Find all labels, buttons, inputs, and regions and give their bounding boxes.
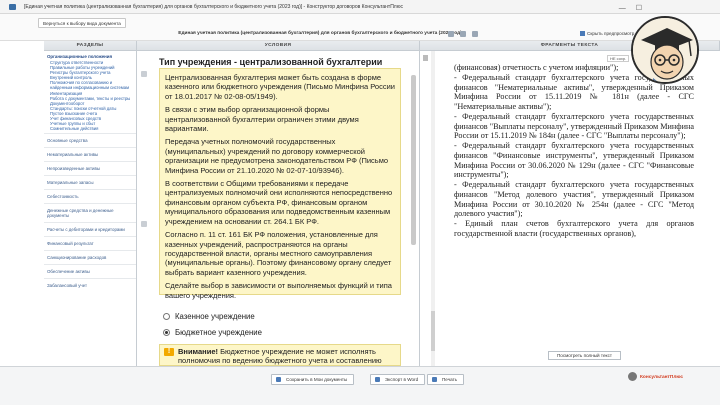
sidebar-item-nonproduced-assets[interactable]: Непроизведенные активы <box>44 161 136 175</box>
scroll-thumb[interactable] <box>431 311 435 351</box>
app-icon <box>9 4 16 10</box>
collapse-icon[interactable] <box>423 55 428 61</box>
print-icon <box>432 377 437 382</box>
option-treasury-institution[interactable]: Казенное учреждение <box>163 312 255 321</box>
hide-preview-label: Скрыть предпросмотр <box>587 31 635 36</box>
window-title: [Единая учетная политика (централизованн… <box>24 4 403 10</box>
brand-name: КонсультантПлюс <box>640 374 684 380</box>
presenter-avatar <box>631 16 699 84</box>
fragment-line: - Федеральный стандарт бухгалтерского уч… <box>454 141 694 180</box>
sidebar-subitem[interactable]: Работа с документами, тексты и реестры <box>47 96 133 101</box>
sidebar-subitem[interactable]: Сомнительные действия <box>47 126 133 131</box>
option-label[interactable]: Бюджетное учреждение <box>175 328 262 337</box>
export-label: Экспорт в Word <box>385 377 419 382</box>
minimize-button[interactable]: — <box>619 2 626 13</box>
sidebar-item-off-balance[interactable]: Забалансовый учет <box>44 278 136 292</box>
radio-selected-icon[interactable] <box>163 329 170 336</box>
info-icon[interactable] <box>141 221 147 227</box>
note-paragraph: Сделайте выбор в зависимости от выполняе… <box>165 281 392 300</box>
sidebar-item-fixed-assets[interactable]: Основные средства <box>44 133 136 147</box>
fragments-panel: (финансовая) отчетность с учетом инфляци… <box>420 51 720 366</box>
fragments-scrollbar[interactable] <box>431 51 435 366</box>
fragment-line: - Федеральный стандарт бухгалтерского уч… <box>454 180 694 219</box>
sidebar-group-title[interactable]: Организационные положения <box>47 54 133 59</box>
back-to-doc-type-button[interactable]: Вернуться к выбору вида документа <box>38 18 126 28</box>
title-bar: [Единая учетная политика (централизованн… <box>0 0 720 14</box>
preview-icon <box>580 31 585 37</box>
status-bar: Сохранить в Мои документы Экспорт в Word… <box>0 366 720 405</box>
note-paragraph: Централизованная бухгалтерия может быть … <box>165 73 395 101</box>
sidebar-item-secured-assets[interactable]: Обеспечение активы <box>44 264 136 278</box>
word-icon <box>375 377 380 382</box>
info-note: Централизованная бухгалтерия может быть … <box>159 68 401 300</box>
warning-title: Внимание! <box>178 347 218 356</box>
conditions-panel: Тип учреждения - централизованной бухгал… <box>137 51 420 366</box>
fragment-line: - Единый план счетов бухгалтерского учет… <box>454 219 694 238</box>
conditions-scrollbar[interactable] <box>411 75 416 245</box>
note-paragraph: Согласно п. 11 ст. 161 БК РФ положения, … <box>165 230 392 277</box>
sections-header: РАЗДЕЛЫ <box>44 41 137 51</box>
print-button[interactable]: Печать <box>427 374 465 385</box>
toolbar: Вернуться к выбору вида документа Единая… <box>0 14 720 41</box>
condition-heading: Тип учреждения - централизованной бухгал… <box>159 57 383 67</box>
brand-logo: КонсультантПлюс <box>628 372 683 381</box>
hide-preview-button[interactable]: Скрыть предпросмотр <box>580 31 635 37</box>
info-icon[interactable] <box>141 71 147 77</box>
save-label: Сохранить в Мои документы <box>286 377 348 382</box>
warning-note: ! Внимание! Бюджетное учреждение не може… <box>159 344 401 366</box>
print-label: Печать <box>442 377 458 382</box>
app-window: [Единая учетная политика (централизованн… <box>0 0 720 405</box>
brand-icon <box>628 372 637 381</box>
sidebar-item-cost[interactable]: Себестоимость <box>44 189 136 203</box>
sections-sidebar: Организационные положения Структура отве… <box>44 51 137 366</box>
save-icon <box>276 377 281 382</box>
settings-icon[interactable] <box>472 31 478 37</box>
fragment-line: - Федеральный стандарт бухгалтерского уч… <box>454 111 694 141</box>
document-title: Единая учетная политика (централизованна… <box>178 31 462 36</box>
zoom-in-icon[interactable] <box>448 31 454 37</box>
sidebar-item-cash[interactable]: Денежные средства и денежные документы <box>44 203 136 222</box>
conditions-header: УСЛОВИЯ <box>137 41 420 51</box>
sidebar-item-financial-result[interactable]: Финансовый результат <box>44 236 136 250</box>
option-label[interactable]: Казенное учреждение <box>175 312 255 321</box>
note-paragraph: В соответствии с Общими требованиями к п… <box>165 179 393 226</box>
zoom-out-icon[interactable] <box>460 31 466 37</box>
option-budget-institution[interactable]: Бюджетное учреждение <box>163 328 262 337</box>
radio-unselected-icon[interactable] <box>163 313 170 320</box>
export-to-word-button[interactable]: Экспорт в Word <box>370 374 426 385</box>
sidebar-item-settlements[interactable]: Расчеты с дебиторами и кредиторами <box>44 222 136 236</box>
note-paragraph: Передача учетных полномочий государствен… <box>165 137 389 175</box>
unsaved-badge: НЕ сохр. <box>607 55 630 62</box>
sidebar-item-intangible-assets[interactable]: Нематериальные активы <box>44 147 136 161</box>
sidebar-group-org[interactable]: Организационные положения Структура отве… <box>44 51 136 133</box>
fragment-text: (финансовая) отчетность с учетом инфляци… <box>454 63 694 239</box>
warning-icon: ! <box>164 348 174 356</box>
sidebar-item-inventories[interactable]: Материальные запасы <box>44 175 136 189</box>
save-to-my-documents-button[interactable]: Сохранить в Мои документы <box>271 374 355 385</box>
toolbar-icons <box>448 31 478 37</box>
sidebar-item-expense-authorization[interactable]: Санкционирование расходов <box>44 250 136 264</box>
sidebar-subitem[interactable]: Полномочия по согласованию и найденным и… <box>47 80 133 90</box>
view-full-text-button[interactable]: Посмотреть полный текст <box>548 351 621 360</box>
maximize-button[interactable]: ☐ <box>636 2 642 13</box>
note-paragraph: В связи с этим выбор организационной фор… <box>165 105 359 134</box>
